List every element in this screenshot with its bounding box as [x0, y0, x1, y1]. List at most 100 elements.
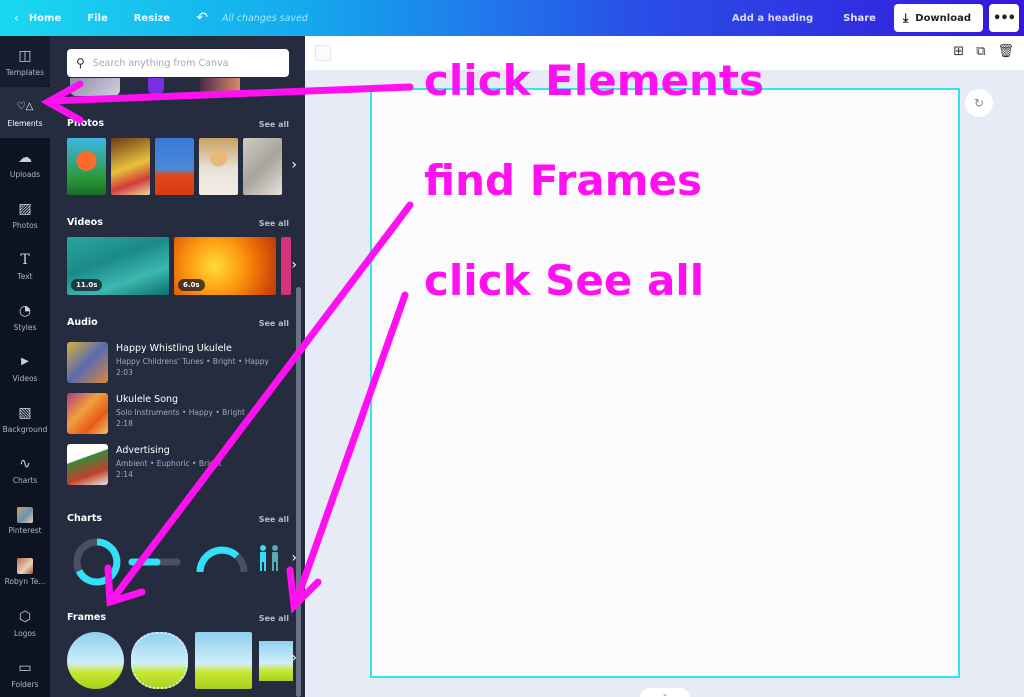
- rail-item-background[interactable]: ▧ Background: [0, 393, 50, 444]
- element-preview-thumbnail[interactable]: [148, 78, 164, 96]
- rail-item-folders[interactable]: ▭ Folders: [0, 648, 50, 697]
- element-preview-thumbnail[interactable]: [70, 78, 120, 96]
- palette-icon: ◔: [18, 302, 32, 319]
- element-preview-thumbnail[interactable]: [200, 78, 240, 96]
- elements-icon: ♡△: [16, 100, 34, 112]
- home-button[interactable]: Home: [29, 13, 61, 24]
- share-button[interactable]: Share: [843, 13, 876, 24]
- donut-chart-thumbnail[interactable]: [73, 538, 121, 586]
- photo-thumbnail[interactable]: [155, 138, 194, 195]
- save-status: All changes saved: [221, 12, 308, 24]
- rail-label: Uploads: [9, 169, 41, 179]
- rail-label: Text: [17, 271, 33, 281]
- rail-label: Robyn Te...: [4, 576, 46, 586]
- photo-thumbnail[interactable]: [199, 138, 238, 195]
- delete-page-icon[interactable]: 🗑: [997, 44, 1014, 59]
- photos-row: [67, 138, 282, 195]
- square-frame-thumbnail[interactable]: [195, 632, 252, 689]
- duplicate-page-icon[interactable]: ⧉: [976, 44, 985, 59]
- audio-item[interactable]: Ukulele Song Solo Instruments • Happy • …: [67, 393, 292, 437]
- left-nav-rail: ◫ Templates ♡△ Elements ☁ Uploads ▨ Phot…: [0, 36, 50, 697]
- download-icon: ⤓: [902, 10, 909, 25]
- video-icon: ▶: [21, 355, 29, 367]
- videos-next-chevron-icon[interactable]: ›: [291, 257, 297, 273]
- video-thumbnail[interactable]: [281, 237, 291, 295]
- section-title-audio: Audio: [67, 317, 98, 328]
- see-all-photos[interactable]: See all: [259, 120, 289, 129]
- rail-label: Videos: [12, 373, 38, 383]
- undo-icon[interactable]: ↶: [196, 10, 208, 26]
- charts-row: [73, 538, 278, 586]
- video-thumbnail[interactable]: 11.0s: [67, 237, 169, 295]
- gauge-chart-thumbnail[interactable]: [196, 546, 248, 573]
- rail-item-charts[interactable]: ∿ Charts: [0, 444, 50, 495]
- resize-button[interactable]: Resize: [134, 13, 170, 24]
- search-box[interactable]: ⚲: [67, 49, 289, 77]
- search-icon: ⚲: [76, 56, 85, 70]
- video-thumbnail[interactable]: 6.0s: [174, 237, 276, 295]
- more-options-button[interactable]: •••: [989, 4, 1019, 32]
- refresh-button[interactable]: ↻: [965, 89, 993, 117]
- chart-line-icon: ∿: [19, 455, 31, 472]
- see-all-frames[interactable]: See all: [259, 614, 289, 623]
- top-bar: ‹ Home File Resize ↶ All changes saved A…: [0, 0, 1024, 36]
- rail-label: Folders: [11, 679, 39, 689]
- rail-item-logos[interactable]: ⬡ Logos: [0, 597, 50, 648]
- rail-item-uploads[interactable]: ☁ Uploads: [0, 138, 50, 189]
- audio-title: Advertising: [116, 445, 170, 456]
- rail-item-elements[interactable]: ♡△ Elements: [0, 87, 50, 138]
- canva-editor: ‹ Home File Resize ↶ All changes saved A…: [0, 0, 1024, 697]
- rail-item-videos[interactable]: ▶ Videos: [0, 342, 50, 393]
- refresh-icon: ↻: [973, 96, 985, 110]
- add-page-icon[interactable]: ⊞: [953, 44, 964, 59]
- rail-item-pinterest[interactable]: Pinterest: [0, 495, 50, 546]
- rail-label: Charts: [12, 475, 38, 485]
- scalloped-frame-thumbnail[interactable]: [131, 632, 188, 689]
- search-input[interactable]: [92, 57, 273, 69]
- audio-cover: [67, 342, 108, 383]
- annotation-step-2: find Frames: [424, 156, 703, 205]
- audio-item[interactable]: Happy Whistling Ukulele Happy Childrens'…: [67, 342, 292, 386]
- elements-panel: ⚲ Photos See all › Videos See all 11.0s …: [50, 36, 305, 697]
- see-all-charts[interactable]: See all: [259, 515, 289, 524]
- circle-frame-thumbnail[interactable]: [67, 632, 124, 689]
- download-label: Download: [915, 12, 971, 24]
- rail-label: Templates: [5, 67, 45, 77]
- expand-notes-button[interactable]: ⌄: [640, 688, 690, 697]
- page-select-checkbox[interactable]: [315, 45, 331, 61]
- pictogram-chart-thumbnail[interactable]: [260, 545, 278, 571]
- background-pattern-icon: ▧: [18, 404, 32, 421]
- download-button[interactable]: ⤓ Download: [893, 4, 983, 32]
- rail-item-text[interactable]: T Text: [0, 240, 50, 291]
- photo-thumbnail[interactable]: [67, 138, 106, 195]
- photo-thumbnail[interactable]: [243, 138, 282, 195]
- audio-item[interactable]: Advertising Ambient • Euphoric • Bright …: [67, 444, 292, 488]
- document-title[interactable]: Add a heading: [732, 13, 813, 24]
- section-title-charts: Charts: [67, 513, 103, 524]
- rail-item-templates[interactable]: ◫ Templates: [0, 36, 50, 87]
- panel-scrollbar[interactable]: [296, 287, 301, 697]
- see-all-videos[interactable]: See all: [259, 219, 289, 228]
- see-all-audio[interactable]: See all: [259, 319, 289, 328]
- file-menu[interactable]: File: [87, 13, 107, 24]
- rail-label: Styles: [13, 322, 37, 332]
- photos-next-chevron-icon[interactable]: ›: [291, 157, 297, 173]
- audio-duration: 2:18: [116, 419, 133, 428]
- perspective-frame-thumbnail[interactable]: [259, 641, 293, 681]
- audio-cover: [67, 444, 108, 485]
- back-chevron-icon[interactable]: ‹: [14, 11, 19, 25]
- audio-duration: 2:14: [116, 470, 133, 479]
- rail-item-photos[interactable]: ▨ Photos: [0, 189, 50, 240]
- photo-icon: ▨: [18, 200, 32, 217]
- rail-label: Background: [2, 424, 48, 434]
- frames-row: [67, 632, 293, 689]
- audio-title: Ukulele Song: [116, 394, 179, 405]
- templates-icon: ◫: [18, 47, 32, 64]
- photo-thumbnail[interactable]: [111, 138, 150, 195]
- folder-icon: ▭: [18, 659, 32, 676]
- upload-cloud-icon: ☁: [18, 149, 32, 166]
- audio-tags: Solo Instruments • Happy • Bright: [116, 408, 245, 417]
- section-title-videos: Videos: [67, 217, 103, 228]
- rail-item-styles[interactable]: ◔ Styles: [0, 291, 50, 342]
- rail-item-robyn[interactable]: Robyn Te...: [0, 546, 50, 597]
